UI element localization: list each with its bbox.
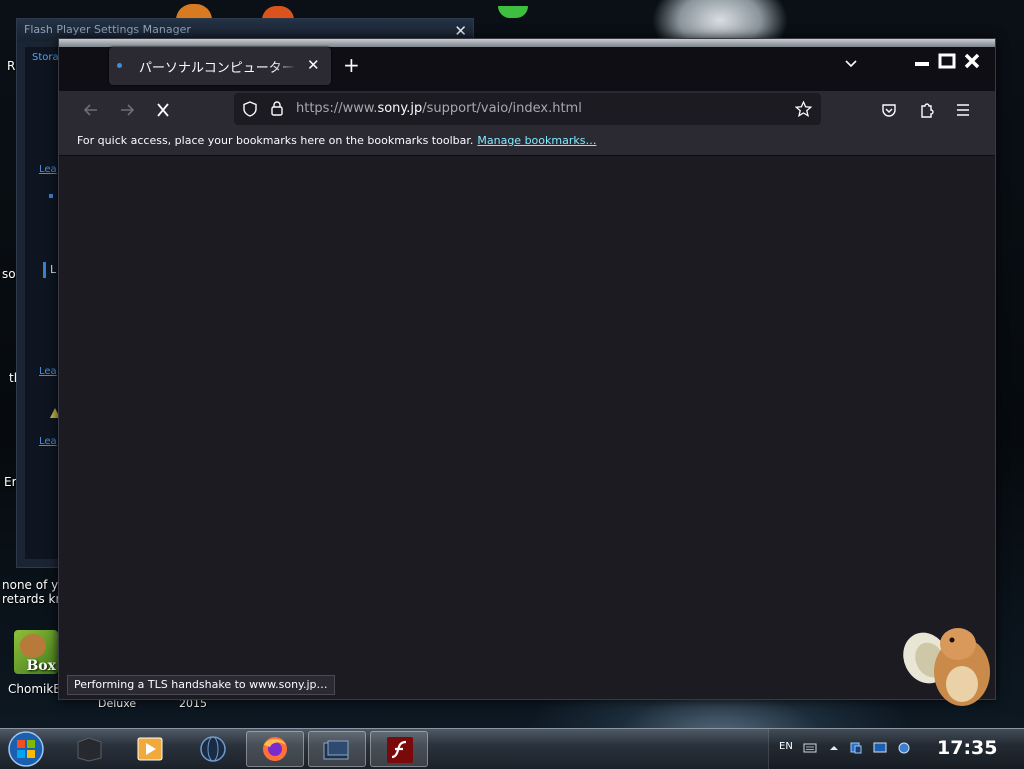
window-title: Flash Player Settings Manager bbox=[24, 23, 191, 36]
wallpaper-glow bbox=[498, 6, 528, 18]
minimize-icon[interactable] bbox=[913, 53, 931, 69]
box-text: Box bbox=[26, 658, 56, 674]
url-host: sony.jp bbox=[377, 101, 423, 116]
taskbar-app-window-switcher[interactable] bbox=[308, 731, 366, 767]
selected-item-marker bbox=[43, 262, 46, 278]
taskbar-app-cube[interactable] bbox=[60, 731, 118, 767]
desktop-icon-label[interactable]: so bbox=[2, 267, 16, 281]
globe-icon bbox=[200, 736, 226, 762]
display-icon[interactable] bbox=[873, 742, 887, 754]
window-switcher-icon bbox=[323, 740, 349, 760]
manage-bookmarks-link[interactable]: Manage bookmarks… bbox=[477, 134, 596, 147]
list-all-tabs-icon[interactable] bbox=[843, 55, 859, 71]
forward-arrow-icon[interactable] bbox=[117, 101, 137, 119]
taskbar-app-firefox[interactable] bbox=[246, 731, 304, 767]
maximize-icon[interactable] bbox=[938, 53, 956, 69]
hamster-image bbox=[903, 628, 990, 706]
lock-icon[interactable] bbox=[270, 100, 284, 117]
desktop-icon-label[interactable]: R bbox=[7, 59, 15, 73]
url-prefix: https://www. bbox=[296, 101, 378, 116]
page-content-area[interactable] bbox=[59, 156, 995, 699]
bookmarks-hint: For quick access, place your bookmarks h… bbox=[77, 134, 474, 147]
desktop-label-line: none of y bbox=[2, 578, 59, 592]
hamburger-menu-icon[interactable] bbox=[955, 103, 971, 117]
security-icon[interactable] bbox=[897, 742, 911, 754]
navigation-toolbar: https://www.sony.jp/support/vaio/index.h… bbox=[59, 91, 995, 129]
puzzle-icon[interactable] bbox=[919, 101, 935, 119]
taskbar-app-globe[interactable] bbox=[184, 731, 242, 767]
desktop-label-line: retards kr bbox=[2, 592, 61, 606]
clock[interactable]: 17:35 bbox=[937, 737, 997, 759]
stop-icon[interactable] bbox=[153, 101, 173, 119]
desktop-icon-label[interactable]: Er bbox=[4, 475, 17, 489]
radio-icon[interactable] bbox=[49, 194, 53, 198]
star-icon[interactable] bbox=[795, 101, 812, 117]
window-frame[interactable] bbox=[59, 39, 995, 47]
flash-player-icon bbox=[387, 737, 413, 763]
url-path: /support/vaio/index.html bbox=[422, 101, 582, 116]
loading-favicon-icon bbox=[117, 63, 122, 68]
network-icon[interactable] bbox=[849, 742, 863, 754]
tab-close-icon[interactable]: ✕ bbox=[307, 56, 320, 74]
tab-bar[interactable]: パーソナルコンピューター VAIO ✕ + bbox=[59, 47, 995, 91]
start-orb-icon[interactable] bbox=[6, 730, 46, 768]
shield-icon[interactable] bbox=[242, 101, 258, 117]
taskbar: EN 17:35 bbox=[0, 728, 1024, 769]
url-bar[interactable]: https://www.sony.jp/support/vaio/index.h… bbox=[234, 93, 821, 125]
status-panel: Performing a TLS handshake to www.sony.j… bbox=[67, 675, 335, 695]
language-indicator[interactable]: EN bbox=[779, 741, 793, 752]
desktop-icon-label[interactable]: none of y retards kr bbox=[2, 578, 60, 606]
tray-expand-icon[interactable] bbox=[827, 742, 841, 754]
taskbar-app-media[interactable] bbox=[122, 731, 180, 767]
media-player-icon bbox=[137, 737, 163, 761]
hamster-icon bbox=[20, 634, 46, 658]
new-tab-button[interactable]: + bbox=[343, 55, 360, 75]
close-icon[interactable] bbox=[963, 53, 981, 69]
learn-more-link[interactable]: Lea bbox=[39, 436, 57, 447]
system-tray: EN 17:35 bbox=[768, 729, 1024, 769]
url-text[interactable]: https://www.sony.jp/support/vaio/index.h… bbox=[296, 101, 582, 116]
firefox-window[interactable]: パーソナルコンピューター VAIO ✕ + bbox=[58, 38, 996, 700]
back-arrow-icon[interactable] bbox=[81, 101, 101, 119]
tab-storage[interactable]: Stora bbox=[32, 52, 59, 63]
learn-more-link[interactable]: Lea bbox=[39, 164, 57, 175]
bookmarks-toolbar-message: For quick access, place your bookmarks h… bbox=[77, 134, 596, 147]
pocket-icon[interactable] bbox=[881, 102, 897, 118]
cube-app-icon bbox=[77, 737, 102, 762]
bookmarks-toolbar: For quick access, place your bookmarks h… bbox=[59, 129, 995, 156]
list-item-label[interactable]: L bbox=[50, 263, 56, 276]
tab-title: パーソナルコンピューター VAIO bbox=[139, 61, 297, 75]
firefox-icon bbox=[263, 737, 287, 761]
tab-active[interactable]: パーソナルコンピューター VAIO ✕ bbox=[109, 47, 331, 85]
chomikbox-icon[interactable]: Box bbox=[14, 630, 58, 674]
desktop-icon-label[interactable]: ChomikB bbox=[8, 682, 62, 696]
learn-more-link[interactable]: Lea bbox=[39, 366, 57, 377]
keyboard-icon[interactable] bbox=[803, 742, 817, 754]
taskbar-app-flash[interactable] bbox=[370, 731, 428, 767]
